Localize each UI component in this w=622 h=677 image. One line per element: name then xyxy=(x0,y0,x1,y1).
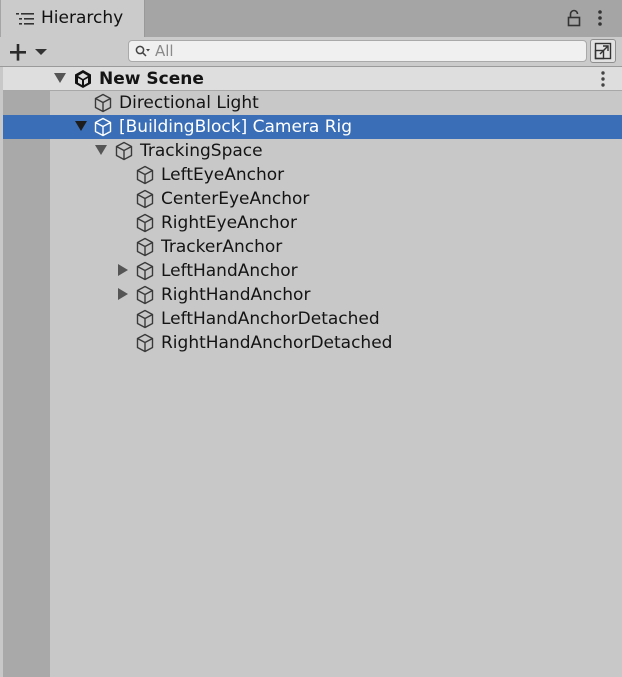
hierarchy-item-center-eye-anchor[interactable]: CenterEyeAnchor xyxy=(3,187,622,211)
hierarchy-window: Hierarchy All New Scene Directional Ligh… xyxy=(0,0,622,677)
hierarchy-toolbar xyxy=(0,37,622,67)
create-dropdown-button[interactable] xyxy=(6,39,50,65)
expand-arrow-icon[interactable] xyxy=(74,119,88,133)
game-object-cube-icon xyxy=(136,213,154,233)
item-label: LeftEyeAnchor xyxy=(161,165,285,185)
hierarchy-item-right-eye-anchor[interactable]: RightEyeAnchor xyxy=(3,211,622,235)
game-object-cube-icon xyxy=(115,141,133,161)
hierarchy-item-left-eye-anchor[interactable]: LeftEyeAnchor xyxy=(3,163,622,187)
item-label: TrackerAnchor xyxy=(161,237,283,257)
lock-icon[interactable] xyxy=(566,9,582,27)
item-label: RightEyeAnchor xyxy=(161,213,297,233)
scene-visibility-button[interactable] xyxy=(590,39,616,63)
item-label: [BuildingBlock] Camera Rig xyxy=(119,117,353,137)
item-label: LeftHandAnchorDetached xyxy=(161,309,380,329)
more-options-icon[interactable] xyxy=(593,9,607,27)
scene-row[interactable]: New Scene xyxy=(3,67,622,91)
item-label: LeftHandAnchor xyxy=(161,261,298,281)
game-object-cube-icon xyxy=(136,237,154,257)
game-object-cube-icon xyxy=(136,189,154,209)
game-object-cube-icon xyxy=(94,117,112,137)
hierarchy-item-camera-rig[interactable]: [BuildingBlock] Camera Rig xyxy=(3,115,622,139)
item-label: Directional Light xyxy=(119,93,259,113)
tab-title: Hierarchy xyxy=(41,8,124,28)
scene-name: New Scene xyxy=(99,69,204,89)
item-label: CenterEyeAnchor xyxy=(161,189,310,209)
game-object-cube-icon xyxy=(94,93,112,113)
hierarchy-item-left-hand-anchor-detached[interactable]: LeftHandAnchorDetached xyxy=(3,307,622,331)
game-object-cube-icon xyxy=(136,261,154,281)
unity-scene-icon xyxy=(75,70,91,88)
expand-arrow-icon[interactable] xyxy=(116,287,130,301)
expand-arrow-icon[interactable] xyxy=(116,263,130,277)
game-object-cube-icon xyxy=(136,309,154,329)
hierarchy-item-tracking-space[interactable]: TrackingSpace xyxy=(3,139,622,163)
search-input[interactable] xyxy=(155,41,575,61)
hierarchy-item-right-hand-anchor-detached[interactable]: RightHandAnchorDetached xyxy=(3,331,622,355)
search-icon xyxy=(135,45,150,57)
item-label: TrackingSpace xyxy=(140,141,263,161)
hierarchy-item-right-hand-anchor[interactable]: RightHandAnchor xyxy=(3,283,622,307)
expand-arrow-icon[interactable] xyxy=(53,71,67,85)
item-label: RightHandAnchorDetached xyxy=(161,333,393,353)
hierarchy-list-icon xyxy=(16,13,34,25)
scene-visibility-icon xyxy=(594,42,612,60)
hierarchy-item-tracker-anchor[interactable]: TrackerAnchor xyxy=(3,235,622,259)
scene-more-options-icon[interactable] xyxy=(596,70,610,88)
game-object-cube-icon xyxy=(136,165,154,185)
item-label: RightHandAnchor xyxy=(161,285,311,305)
tab-bar: Hierarchy xyxy=(0,0,622,37)
hierarchy-item-left-hand-anchor[interactable]: LeftHandAnchor xyxy=(3,259,622,283)
game-object-cube-icon xyxy=(136,333,154,353)
chevron-down-icon xyxy=(35,49,47,55)
expand-arrow-icon[interactable] xyxy=(94,143,108,157)
search-field[interactable] xyxy=(128,40,587,62)
plus-icon xyxy=(10,44,26,61)
game-object-cube-icon xyxy=(136,285,154,305)
hierarchy-item-directional-light[interactable]: Directional Light xyxy=(3,91,622,115)
tab-hierarchy[interactable]: Hierarchy xyxy=(1,0,145,37)
